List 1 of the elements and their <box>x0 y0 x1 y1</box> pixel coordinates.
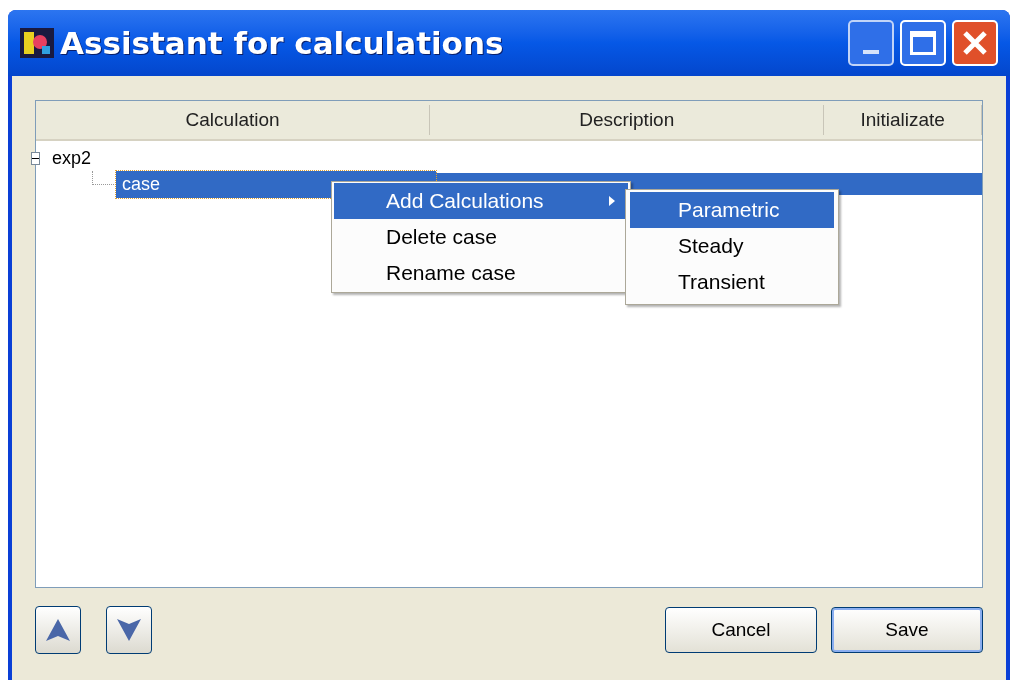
window-title: Assistant for calculations <box>60 23 504 63</box>
